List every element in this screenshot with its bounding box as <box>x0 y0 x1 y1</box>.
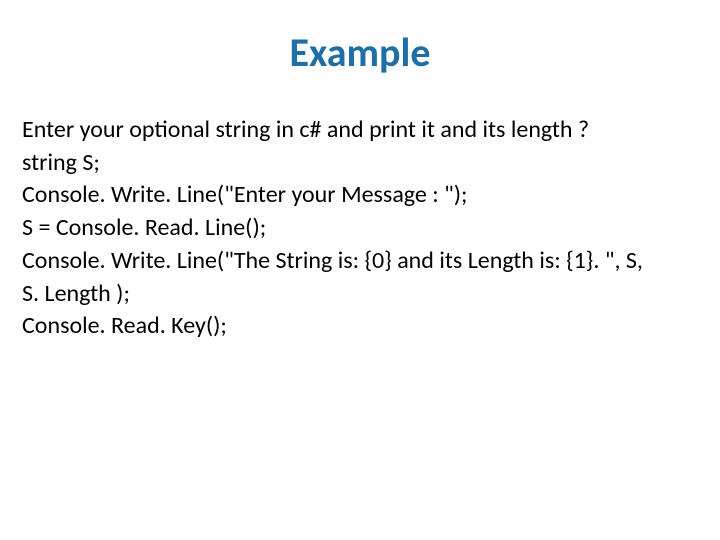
body-line: Enter your optional string in c# and pri… <box>22 115 698 146</box>
slide: Example Enter your optional string in c#… <box>0 0 720 540</box>
slide-title: Example <box>22 28 698 77</box>
body-line: S. Length ); <box>22 279 698 310</box>
body-line: Console. Write. Line("The String is: {0}… <box>22 246 698 277</box>
body-line: Console. Read. Key(); <box>22 311 698 342</box>
body-line: string S; <box>22 148 698 179</box>
body-line: Console. Write. Line("Enter your Message… <box>22 180 698 211</box>
body-line: S = Console. Read. Line(); <box>22 213 698 244</box>
slide-body: Enter your optional string in c# and pri… <box>22 115 698 342</box>
